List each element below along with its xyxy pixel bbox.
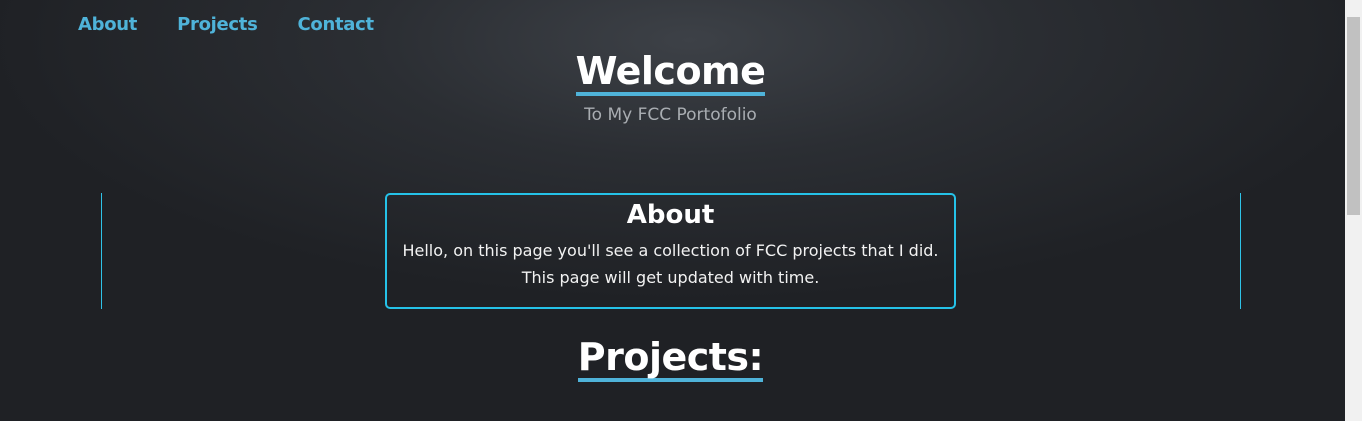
top-nav: About Projects Contact xyxy=(78,14,414,35)
projects-title-wrap: Projects: xyxy=(0,336,1341,382)
hero-title: Welcome xyxy=(575,50,766,96)
nav-link-contact[interactable]: Contact xyxy=(298,14,375,35)
about-section: About Hello, on this page you'll see a c… xyxy=(385,193,956,309)
right-divider-line xyxy=(1240,193,1241,309)
scrollbar-thumb[interactable] xyxy=(1347,17,1360,215)
nav-link-projects[interactable]: Projects xyxy=(177,14,258,35)
left-divider-line xyxy=(101,193,102,309)
about-heading: About xyxy=(626,200,715,230)
about-text: Hello, on this page you'll see a collect… xyxy=(402,241,939,287)
projects-heading: Projects: xyxy=(577,336,764,382)
hero-subtitle: To My FCC Portofolio xyxy=(584,105,757,125)
vertical-scrollbar[interactable] xyxy=(1345,0,1362,421)
page: About Projects Contact Welcome To My FCC… xyxy=(0,0,1345,421)
nav-link-about[interactable]: About xyxy=(78,14,137,35)
hero-title-wrap: Welcome xyxy=(0,50,1341,96)
